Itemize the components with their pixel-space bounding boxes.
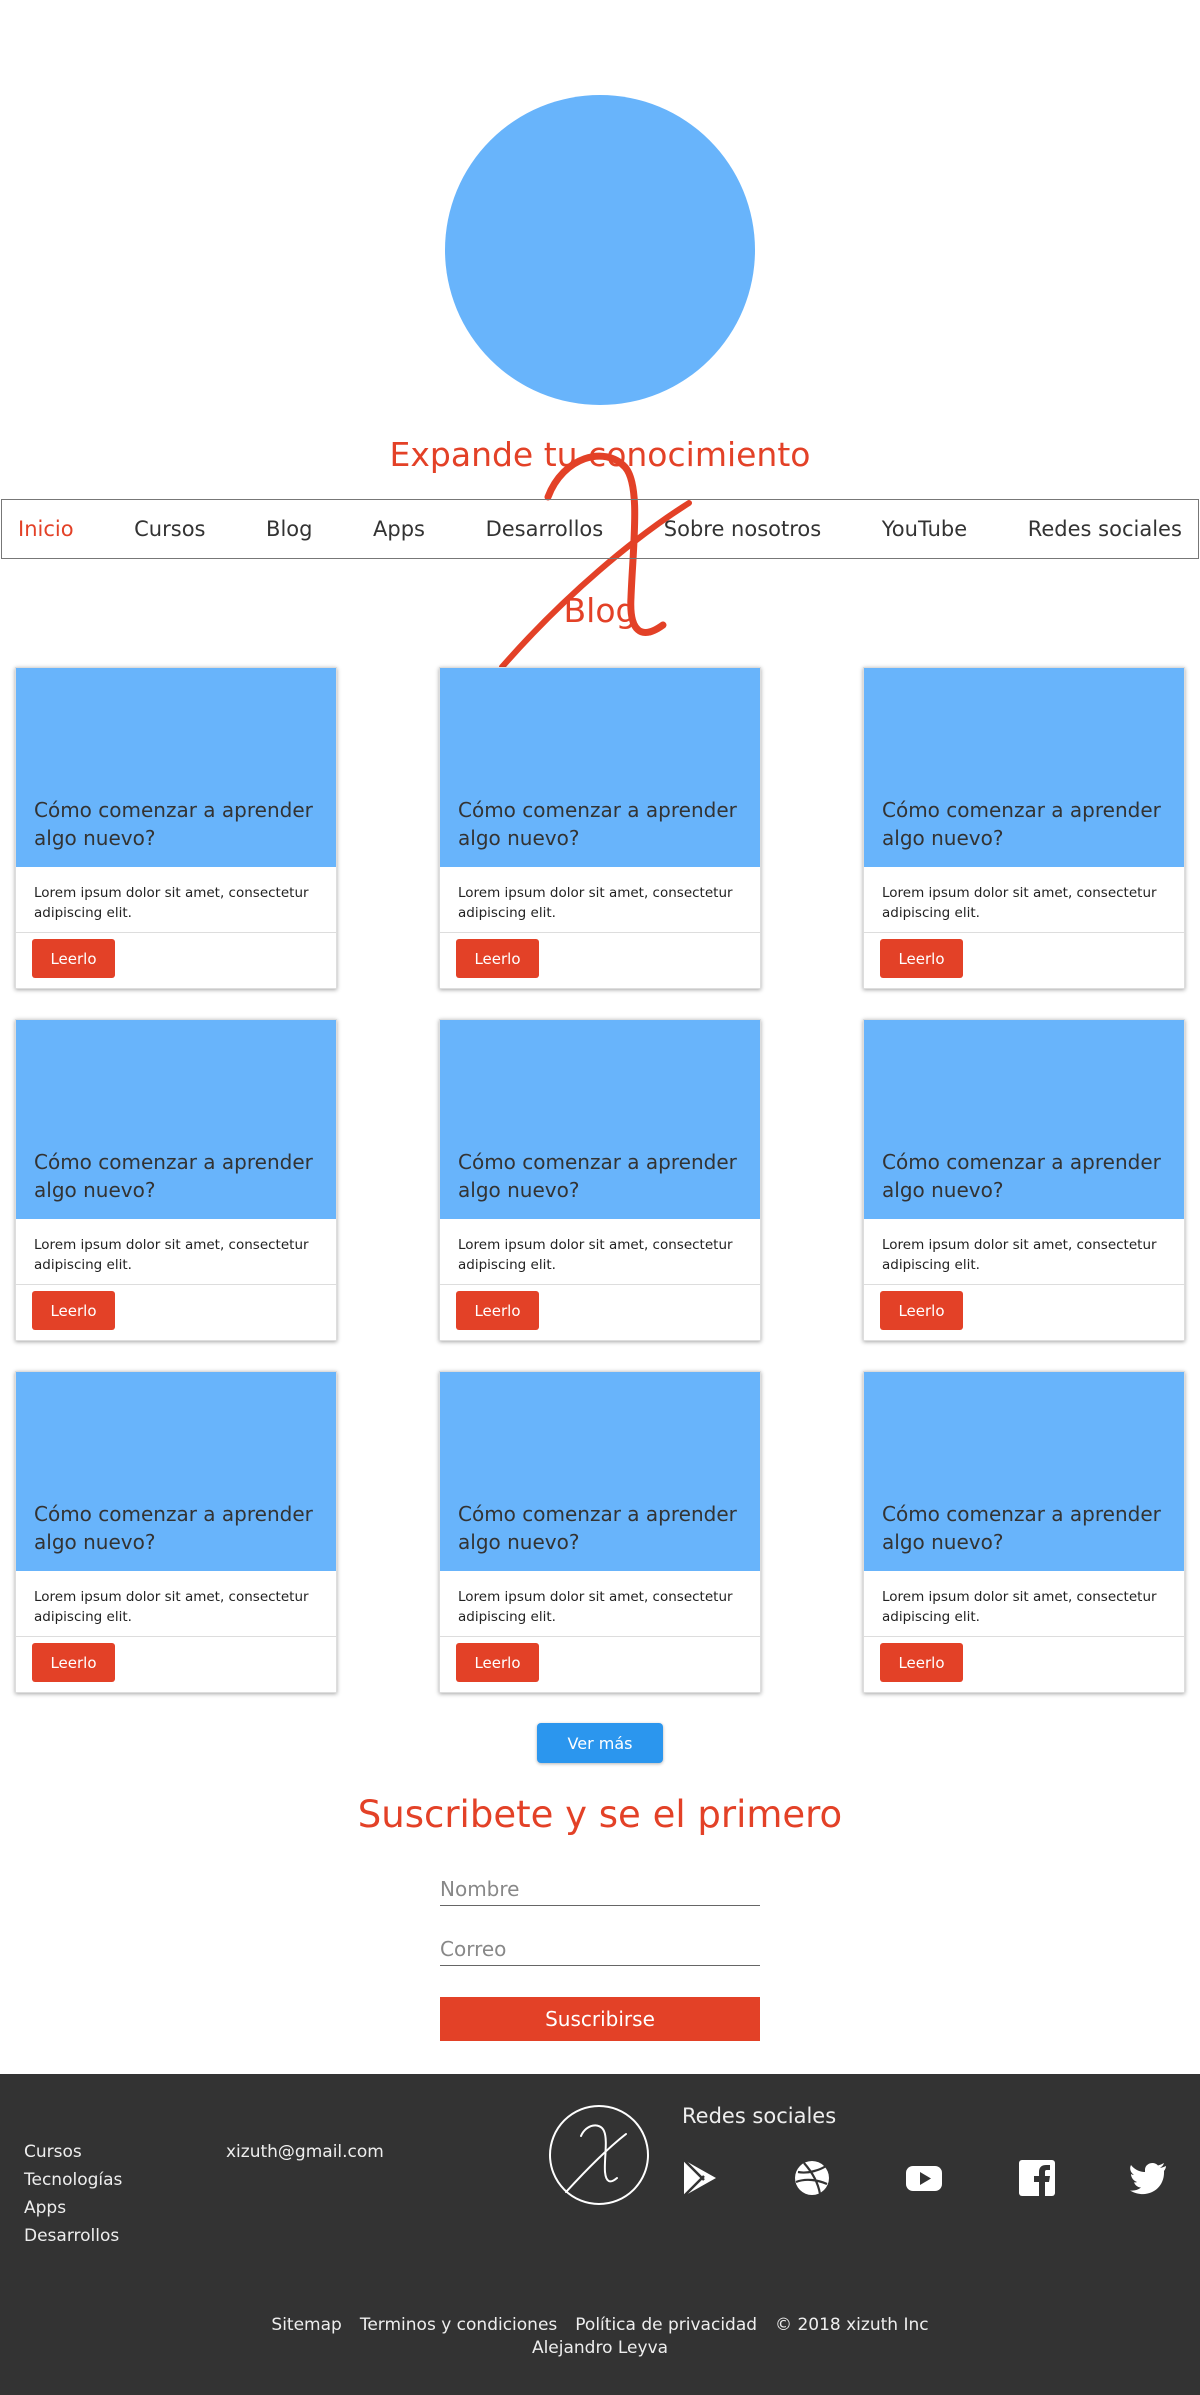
read-button[interactable]: Leerlo — [32, 1291, 115, 1330]
footer-bottom: Sitemap Terminos y condiciones Política de… — [0, 2314, 1200, 2360]
twitter-icon[interactable] — [1128, 2158, 1168, 2198]
footer-email[interactable]: xizuth@gmail.com — [226, 2138, 384, 2166]
youtube-icon[interactable] — [904, 2158, 944, 2198]
blog-card: Cómo comenzar a aprender algo nuevo? Lor… — [15, 1371, 337, 1693]
read-button[interactable]: Leerlo — [456, 1291, 539, 1330]
footer-terms-link[interactable]: Terminos y condiciones — [360, 2315, 557, 2335]
card-title[interactable]: Cómo comenzar a aprender algo nuevo? — [458, 1148, 748, 1204]
nav-item-redes-sociales[interactable]: Redes sociales — [1028, 517, 1182, 541]
site-logo[interactable] — [445, 95, 755, 670]
card-image: Cómo comenzar a aprender algo nuevo? — [440, 1020, 760, 1219]
google-play-icon[interactable] — [680, 2158, 720, 2198]
card-title[interactable]: Cómo comenzar a aprender algo nuevo? — [34, 1500, 324, 1556]
read-button[interactable]: Leerlo — [880, 1291, 963, 1330]
card-text: Lorem ipsum dolor sit amet, consectetur … — [16, 1219, 336, 1285]
card-image: Cómo comenzar a aprender algo nuevo? — [16, 1372, 336, 1571]
nav-item-blog[interactable]: Blog — [266, 517, 312, 541]
blog-card: Cómo comenzar a aprender algo nuevo? Lor… — [439, 1019, 761, 1341]
card-title[interactable]: Cómo comenzar a aprender algo nuevo? — [458, 1500, 748, 1556]
card-title[interactable]: Cómo comenzar a aprender algo nuevo? — [458, 796, 748, 852]
card-title[interactable]: Cómo comenzar a aprender algo nuevo? — [882, 796, 1172, 852]
facebook-icon[interactable] — [1017, 2158, 1057, 2198]
card-text: Lorem ipsum dolor sit amet, consectetur … — [864, 1219, 1184, 1285]
footer-link-desarrollos[interactable]: Desarrollos — [24, 2222, 122, 2250]
card-image: Cómo comenzar a aprender algo nuevo? — [16, 1020, 336, 1219]
card-image: Cómo comenzar a aprender algo nuevo? — [440, 1372, 760, 1571]
card-text: Lorem ipsum dolor sit amet, consectetur … — [16, 1571, 336, 1637]
read-button[interactable]: Leerlo — [880, 939, 963, 978]
footer-link-tecnologias[interactable]: Tecnologías — [24, 2166, 122, 2194]
read-button[interactable]: Leerlo — [32, 1643, 115, 1682]
card-image: Cómo comenzar a aprender algo nuevo? — [864, 668, 1184, 867]
see-more-button[interactable]: Ver más — [537, 1723, 663, 1763]
blog-card: Cómo comenzar a aprender algo nuevo? Lor… — [439, 1371, 761, 1693]
card-actions: Leerlo — [16, 933, 336, 988]
dribbble-icon[interactable] — [792, 2158, 832, 2198]
subscribe-button[interactable]: Suscribirse — [440, 1997, 760, 2041]
email-input[interactable] — [440, 1932, 760, 1966]
card-title[interactable]: Cómo comenzar a aprender algo nuevo? — [34, 796, 324, 852]
blog-card: Cómo comenzar a aprender algo nuevo? Lor… — [439, 667, 761, 989]
nav-item-youtube[interactable]: YouTube — [882, 517, 967, 541]
card-text: Lorem ipsum dolor sit amet, consectetur … — [864, 1571, 1184, 1637]
card-title[interactable]: Cómo comenzar a aprender algo nuevo? — [34, 1148, 324, 1204]
card-actions: Leerlo — [864, 933, 1184, 988]
footer-privacy-link[interactable]: Política de privacidad — [575, 2315, 757, 2335]
nav-item-cursos[interactable]: Cursos — [134, 517, 205, 541]
card-title[interactable]: Cómo comenzar a aprender algo nuevo? — [882, 1500, 1172, 1556]
card-actions: Leerlo — [440, 1285, 760, 1340]
blog-card: Cómo comenzar a aprender algo nuevo? Lor… — [863, 1019, 1185, 1341]
nav-item-sobre-nosotros[interactable]: Sobre nosotros — [664, 517, 821, 541]
blog-card: Cómo comenzar a aprender algo nuevo? Lor… — [863, 667, 1185, 989]
card-text: Lorem ipsum dolor sit amet, consectetur … — [864, 867, 1184, 933]
blog-card: Cómo comenzar a aprender algo nuevo? Lor… — [863, 1371, 1185, 1693]
card-actions: Leerlo — [440, 1637, 760, 1692]
card-actions: Leerlo — [16, 1285, 336, 1340]
logo-circle — [445, 95, 755, 405]
footer-link-cursos[interactable]: Cursos — [24, 2138, 122, 2166]
read-button[interactable]: Leerlo — [32, 939, 115, 978]
card-title[interactable]: Cómo comenzar a aprender algo nuevo? — [882, 1148, 1172, 1204]
nav-item-apps[interactable]: Apps — [373, 517, 425, 541]
footer-author: Alejandro Leyva — [531, 2338, 669, 2358]
nav-item-inicio[interactable]: Inicio — [18, 517, 74, 541]
footer-social-title: Redes sociales — [682, 2104, 837, 2128]
card-actions: Leerlo — [864, 1285, 1184, 1340]
blog-section-title: Blog — [563, 591, 637, 630]
footer: Cursos Tecnologías Apps Desarrollos xizu… — [0, 2074, 1200, 2395]
card-text: Lorem ipsum dolor sit amet, consectetur … — [440, 1571, 760, 1637]
subscribe-title: Suscribete y se el primero — [357, 1793, 843, 1836]
footer-copyright: © 2018 xizuth Inc — [775, 2315, 929, 2335]
card-actions: Leerlo — [16, 1637, 336, 1692]
read-button[interactable]: Leerlo — [456, 939, 539, 978]
card-image: Cómo comenzar a aprender algo nuevo? — [16, 668, 336, 867]
blog-card: Cómo comenzar a aprender algo nuevo? Lor… — [15, 667, 337, 989]
footer-logo-icon[interactable] — [548, 2104, 650, 2206]
read-button[interactable]: Leerlo — [880, 1643, 963, 1682]
card-text: Lorem ipsum dolor sit amet, consectetur … — [440, 1219, 760, 1285]
footer-sitemap-link[interactable]: Sitemap — [271, 2315, 341, 2335]
main-nav: Inicio Cursos Blog Apps Desarrollos Sobr… — [1, 499, 1199, 559]
card-actions: Leerlo — [440, 933, 760, 988]
read-button[interactable]: Leerlo — [456, 1643, 539, 1682]
card-text: Lorem ipsum dolor sit amet, consectetur … — [16, 867, 336, 933]
blog-card: Cómo comenzar a aprender algo nuevo? Lor… — [15, 1019, 337, 1341]
card-image: Cómo comenzar a aprender algo nuevo? — [864, 1020, 1184, 1219]
card-image: Cómo comenzar a aprender algo nuevo? — [440, 668, 760, 867]
blog-grid: Cómo comenzar a aprender algo nuevo? Lor… — [15, 667, 1185, 1693]
card-actions: Leerlo — [864, 1637, 1184, 1692]
nav-item-desarrollos[interactable]: Desarrollos — [486, 517, 604, 541]
name-input[interactable] — [440, 1872, 760, 1906]
footer-link-apps[interactable]: Apps — [24, 2194, 122, 2222]
card-text: Lorem ipsum dolor sit amet, consectetur … — [440, 867, 760, 933]
site-tagline: Expande tu conocimiento — [389, 435, 811, 474]
card-image: Cómo comenzar a aprender algo nuevo? — [864, 1372, 1184, 1571]
footer-links: Cursos Tecnologías Apps Desarrollos — [24, 2138, 122, 2250]
